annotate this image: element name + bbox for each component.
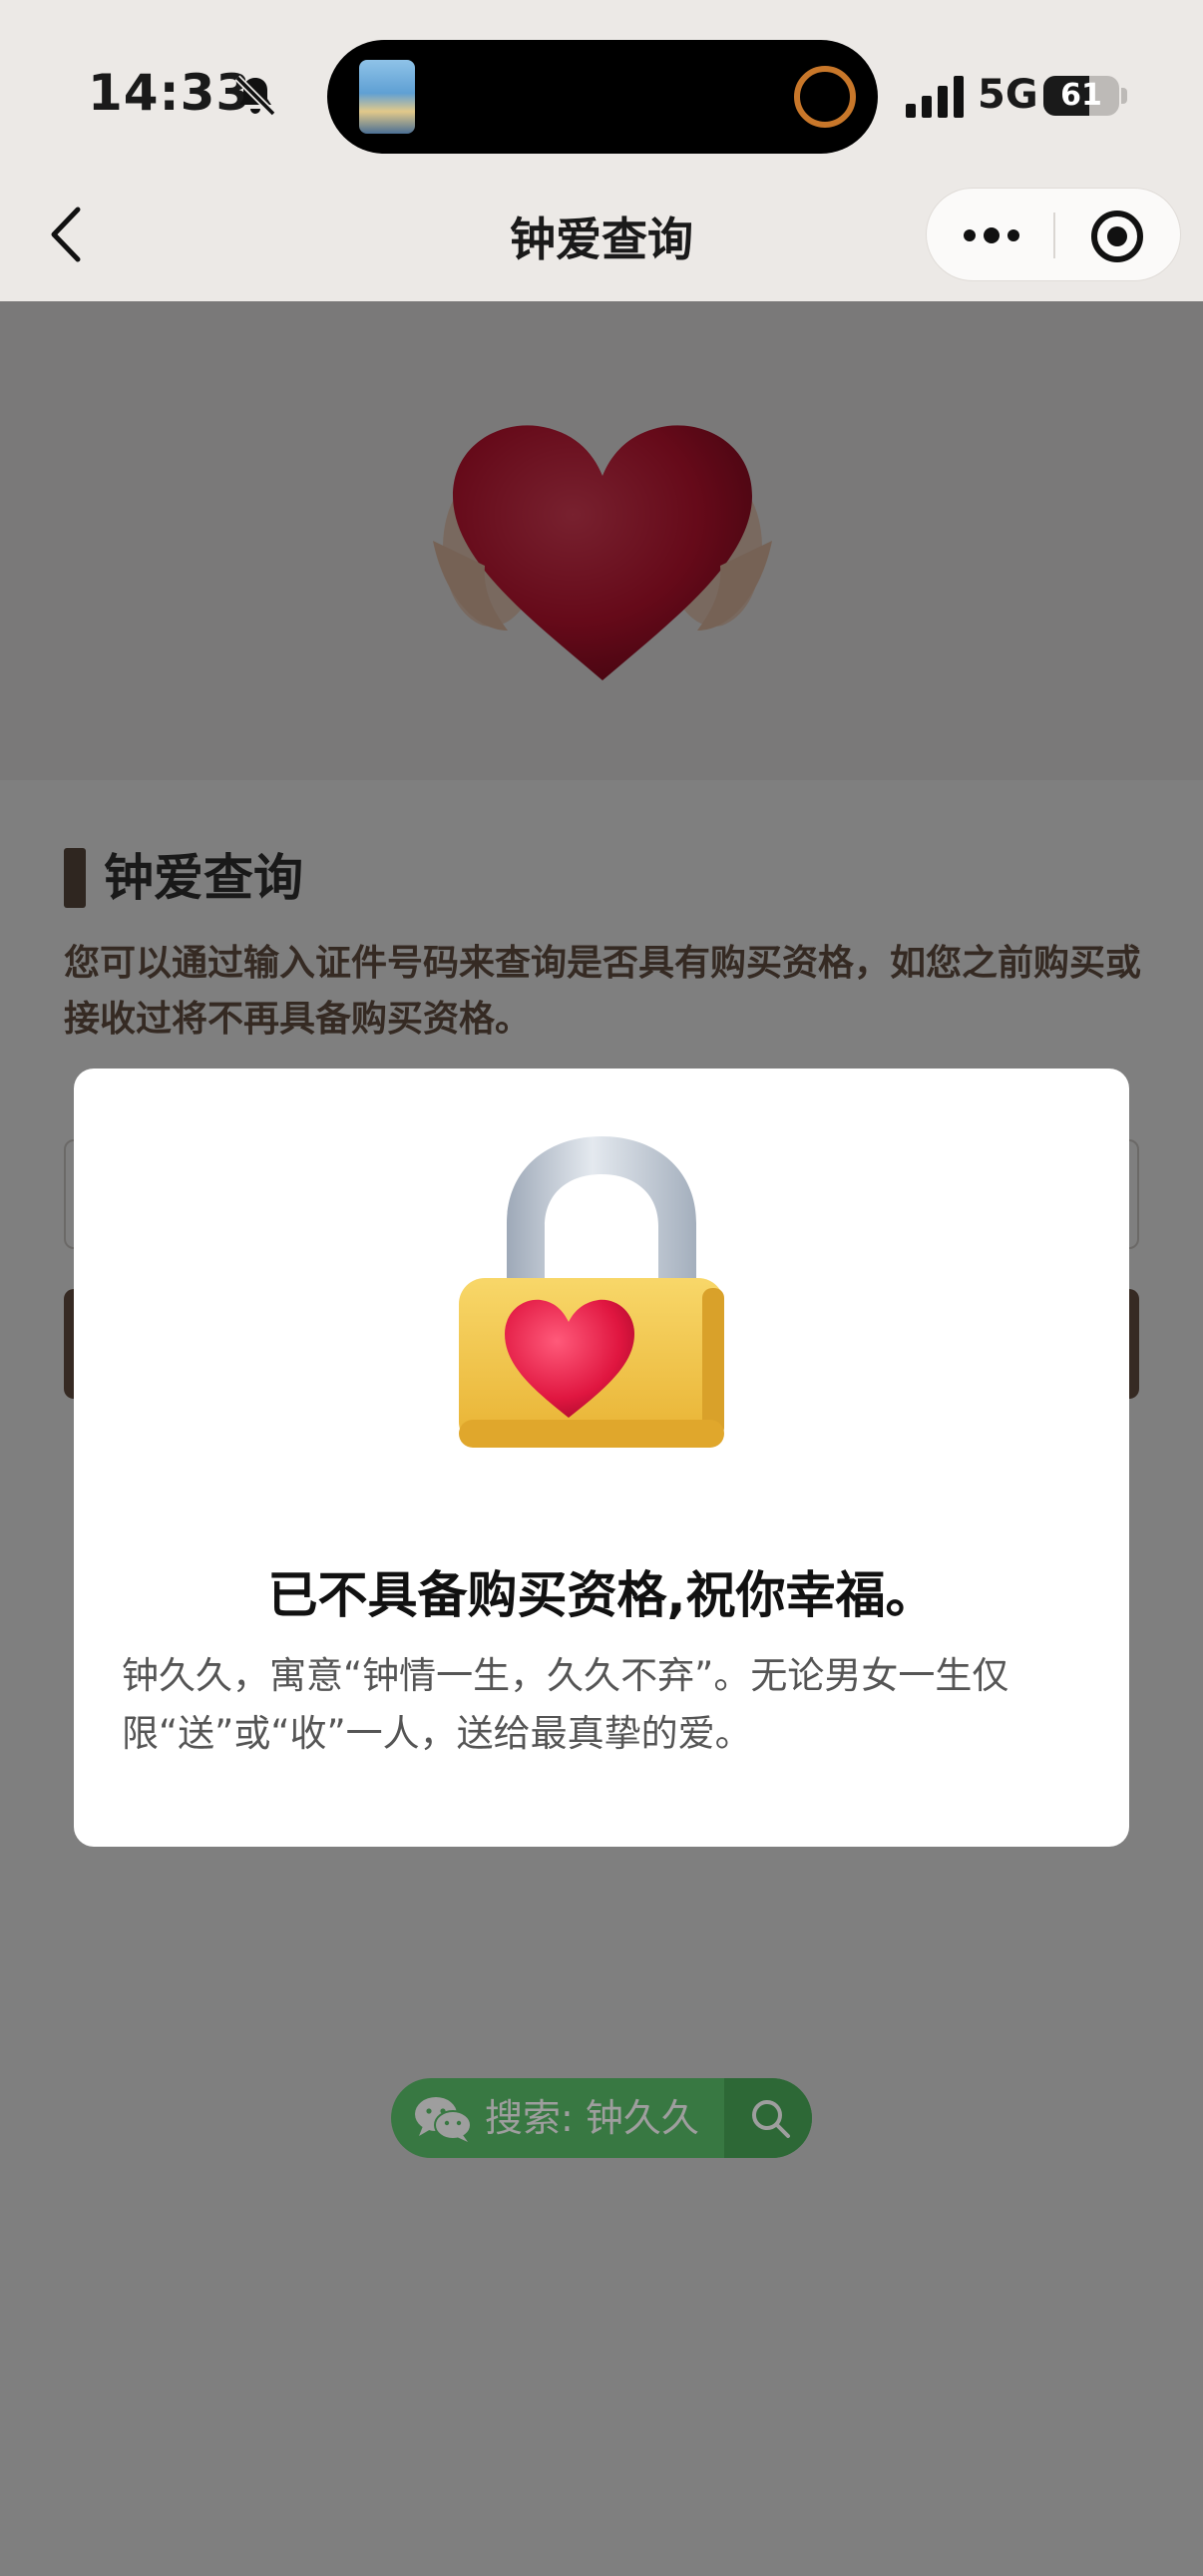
battery-icon: 61 <box>1043 76 1119 116</box>
page-title: 钟爱查询 <box>510 213 693 266</box>
signal-icon <box>906 76 964 118</box>
more-dots-icon <box>964 229 976 241</box>
battery-level: 61 <box>1060 78 1102 113</box>
dialog-title: 已不具备购买资格,祝你幸福。 <box>267 1566 936 1624</box>
back-button[interactable] <box>44 200 88 269</box>
result-dialog: 已不具备购买资格,祝你幸福。 钟久久，寓意“钟情一生，久久不弃”。无论男女一生仅… <box>74 1069 1129 1847</box>
search-icon <box>752 2100 790 2138</box>
wechat-search-bar[interactable]: 搜索: 钟久久 <box>391 2078 812 2158</box>
battery-nub <box>1121 88 1127 104</box>
more-button[interactable] <box>957 211 1026 260</box>
mini-program-capsule <box>926 188 1181 281</box>
dynamic-island[interactable] <box>327 40 878 154</box>
activity-ring-icon <box>794 66 856 128</box>
bell-muted-icon <box>234 75 276 117</box>
search-button[interactable] <box>724 2078 812 2158</box>
now-playing-thumbnail <box>359 60 415 134</box>
network-type: 5G <box>978 72 1038 118</box>
dialog-message: 钟久久，寓意“钟情一生，久久不弃”。无论男女一生仅限“送”或“收”一人，送给最真… <box>122 1654 1009 1755</box>
wechat-icon <box>415 2097 472 2142</box>
close-program-button[interactable] <box>1091 211 1143 262</box>
heart-lock-illustration <box>459 1136 724 1448</box>
search-bar-text: 搜索: 钟久久 <box>485 2096 699 2140</box>
top-bar: 14:33 5G 61 钟爱查询 <box>0 0 1203 301</box>
status-time: 14:33 <box>88 64 252 122</box>
capsule-divider <box>1053 213 1055 258</box>
